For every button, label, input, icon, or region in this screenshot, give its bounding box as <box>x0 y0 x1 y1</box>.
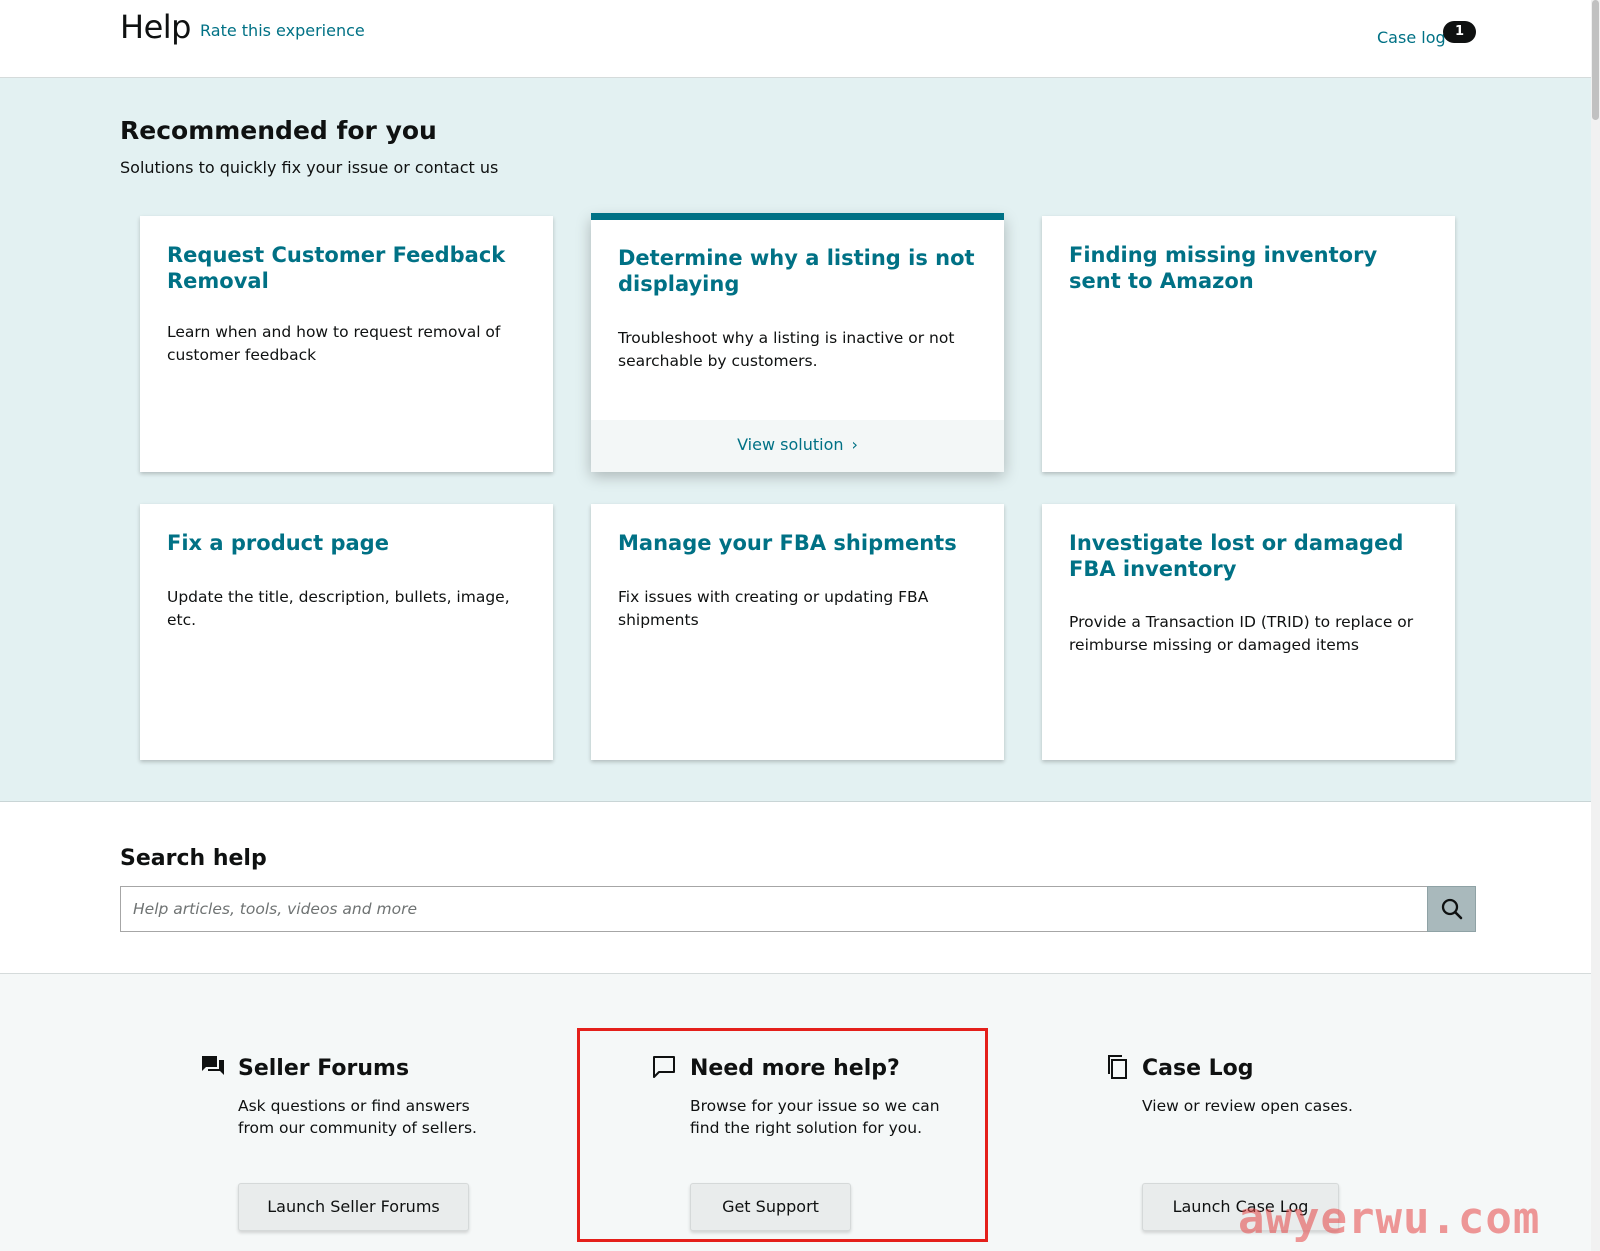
page-header: Help Rate this experience Case log 1 <box>0 0 1600 78</box>
forum-icon <box>202 1056 224 1075</box>
watermark: awyerwu.com <box>1238 1193 1541 1244</box>
search-button[interactable] <box>1427 886 1476 932</box>
card-description: Fix issues with creating or updating FBA… <box>618 588 929 629</box>
card-title[interactable]: Determine why a listing is not displayin… <box>618 245 978 297</box>
scrollbar[interactable] <box>1591 0 1600 1251</box>
rate-experience-link[interactable]: Rate this experience <box>200 21 365 40</box>
search-title: Search help <box>120 846 267 871</box>
card-description: Provide a Transaction ID (TRID) to repla… <box>1069 613 1414 654</box>
page-title: Help <box>120 8 191 46</box>
view-solution-label[interactable]: View solution <box>737 435 843 454</box>
search-section: Search help <box>0 802 1600 974</box>
seller-forums-column: Seller Forums Ask questions or find answ… <box>0 974 560 1251</box>
card-title[interactable]: Investigate lost or damaged FBA inventor… <box>1069 530 1429 582</box>
need-more-help-column: Need more help? Browse for your issue so… <box>560 974 1040 1251</box>
card-title[interactable]: Manage your FBA shipments <box>618 530 978 556</box>
need-more-help-description: Browse for your issue so we can find the… <box>690 1097 940 1137</box>
launch-seller-forums-button[interactable]: Launch Seller Forums <box>238 1183 469 1231</box>
seller-forums-description: Ask questions or find answers from our c… <box>238 1097 477 1137</box>
recommendation-card[interactable]: Finding missing inventory sent to Amazon <box>1042 216 1455 472</box>
case-log-link[interactable]: Case log <box>1377 28 1446 47</box>
recommendation-card[interactable]: Fix a product page Update the title, des… <box>140 504 553 760</box>
search-input[interactable] <box>120 886 1427 932</box>
card-title[interactable]: Finding missing inventory sent to Amazon <box>1069 242 1429 294</box>
view-solution-link[interactable]: View solution › <box>591 435 1004 454</box>
card-title[interactable]: Fix a product page <box>167 530 527 556</box>
case-log-count-badge[interactable]: 1 <box>1443 21 1476 43</box>
card-title[interactable]: Request Customer Feedback Removal <box>167 242 527 294</box>
recommended-title: Recommended for you <box>120 116 437 145</box>
card-footer: View solution › <box>591 420 1004 472</box>
recommendation-card[interactable]: Request Customer Feedback Removal Learn … <box>140 216 553 472</box>
recommendation-card[interactable]: Investigate lost or damaged FBA inventor… <box>1042 504 1455 760</box>
case-log-title: Case Log <box>1142 1056 1254 1081</box>
card-description: Learn when and how to request removal of… <box>167 323 501 364</box>
chevron-right-icon: › <box>851 435 858 454</box>
copy-icon <box>1108 1055 1127 1079</box>
card-description: Update the title, description, bullets, … <box>167 588 510 629</box>
search-icon <box>1441 898 1463 920</box>
get-support-button[interactable]: Get Support <box>690 1183 851 1231</box>
recommendation-card-active[interactable]: Determine why a listing is not displayin… <box>591 213 1004 472</box>
scrollbar-thumb[interactable] <box>1592 0 1599 120</box>
card-active-indicator <box>591 213 1004 220</box>
seller-forums-title: Seller Forums <box>238 1056 410 1081</box>
need-more-help-title: Need more help? <box>690 1056 900 1081</box>
recommended-subtitle: Solutions to quickly fix your issue or c… <box>120 158 499 177</box>
card-description: Troubleshoot why a listing is inactive o… <box>618 329 955 370</box>
chat-bubble-icon <box>653 1056 675 1078</box>
recommendation-card[interactable]: Manage your FBA shipments Fix issues wit… <box>591 504 1004 760</box>
case-log-description: View or review open cases. <box>1142 1097 1353 1115</box>
